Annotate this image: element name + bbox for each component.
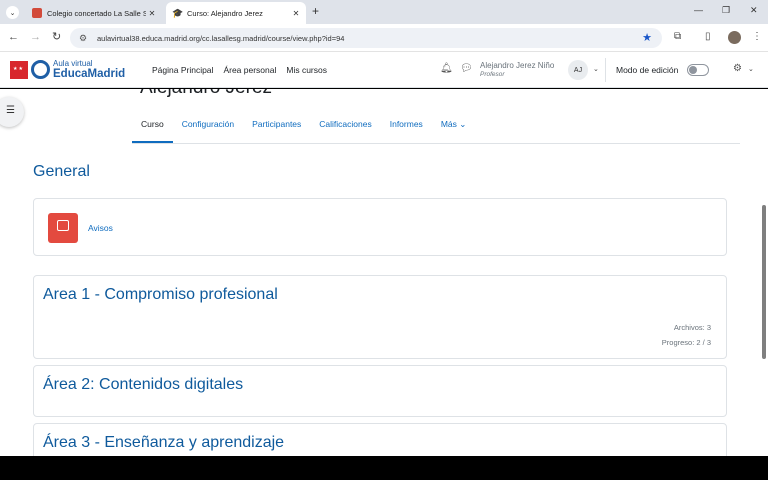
tab-mas-label: Más: [440, 119, 457, 129]
profile-avatar-icon[interactable]: [728, 31, 741, 44]
logo-big-text: EducaMadrid: [53, 68, 126, 80]
close-tab-icon[interactable]: ✕: [146, 9, 158, 18]
secondary-nav-divider: [132, 143, 740, 144]
tab-informes[interactable]: Informes: [381, 115, 432, 143]
notifications-bell-icon[interactable]: 🔔︎: [440, 63, 453, 74]
messages-icon[interactable]: 💬︎: [460, 63, 473, 74]
logo-small-text: Aula virtual: [53, 59, 93, 68]
site-favicon-icon: [32, 8, 42, 18]
url-text: aulavirtual38.educa.madrid.org/cc.lasall…: [97, 33, 345, 43]
forward-icon[interactable]: →: [30, 30, 41, 44]
user-role: Profesor: [480, 71, 505, 78]
edit-mode-toggle[interactable]: [687, 64, 709, 76]
nav-pagina-principal[interactable]: Página Principal: [152, 65, 213, 75]
section-general-card: Avisos: [33, 198, 727, 256]
section-title-area3[interactable]: Área 3 - Enseñanza y aprendizaje: [43, 434, 284, 452]
tab-mas[interactable]: Más ⌄: [432, 115, 476, 143]
educamadrid-logo-icon: [31, 60, 50, 79]
settings-gear-icon[interactable]: ⚙: [733, 63, 742, 74]
course-page: ☰ Alejandro Jerez Curso Configuración Pa…: [0, 89, 768, 456]
menu-dots-icon[interactable]: ⋮: [752, 31, 762, 43]
tab-participantes[interactable]: Participantes: [243, 115, 310, 143]
course-secondary-nav: Curso Configuración Participantes Califi…: [132, 115, 475, 143]
site-info-icon[interactable]: ⚙: [79, 33, 91, 44]
browser-tab-curso[interactable]: 🎓 Curso: Alejandro Jerez ✕: [166, 2, 306, 24]
files-count: Archivos: 3: [673, 323, 711, 332]
settings-chevron-icon[interactable]: ⌄: [748, 65, 754, 73]
course-title: Alejandro Jerez: [140, 89, 272, 99]
tab-configuracion[interactable]: Configuración: [173, 115, 243, 143]
tab-curso[interactable]: Curso: [132, 115, 173, 143]
nav-mis-cursos[interactable]: Mis cursos: [286, 65, 327, 75]
tab-search-icon[interactable]: ⌄: [6, 6, 19, 19]
close-window-icon[interactable]: ✕: [750, 5, 758, 16]
user-menu-chevron-icon[interactable]: ⌄: [593, 65, 599, 73]
course-index-toggle[interactable]: ☰: [0, 97, 24, 127]
browser-toolbar: ← → ↻ ⚙ aulavirtual38.educa.madrid.org/c…: [0, 24, 768, 52]
section-title-general[interactable]: General: [33, 163, 90, 181]
reload-icon[interactable]: ↻: [52, 30, 61, 44]
restore-icon[interactable]: ❐: [722, 5, 730, 16]
address-bar[interactable]: ⚙ aulavirtual38.educa.madrid.org/cc.lasa…: [70, 28, 662, 48]
back-icon[interactable]: ←: [8, 30, 19, 44]
site-header: ★★ Aula virtual EducaMadrid Página Princ…: [0, 52, 768, 88]
tab-title: Colegio concertado La Salle San: [47, 8, 146, 18]
primary-navigation: Página Principal Área personal Mis curso…: [152, 65, 327, 75]
section-area2-card: Área 2: Contenidos digitales: [33, 365, 727, 417]
page-scrollbar[interactable]: [762, 205, 766, 359]
tab-calificaciones[interactable]: Calificaciones: [310, 115, 380, 143]
section-area1-card: Area 1 - Compromiso profesional Archivos…: [33, 275, 727, 359]
extensions-icon[interactable]: ⧉: [674, 31, 681, 43]
madrid-flag-logo: ★★: [10, 61, 28, 79]
header-divider: [605, 58, 606, 82]
bookmark-star-icon[interactable]: ★: [642, 31, 652, 44]
tab-title: Curso: Alejandro Jerez: [187, 8, 263, 18]
section-area3-card: Área 3 - Enseñanza y aprendizaje: [33, 423, 727, 456]
section-title-area2[interactable]: Área 2: Contenidos digitales: [43, 376, 243, 394]
progress-count: Progreso: 2 / 3: [661, 338, 711, 347]
close-tab-icon[interactable]: ✕: [290, 9, 302, 18]
browser-tab-bar: ⌄ Colegio concertado La Salle San ✕ 🎓 Cu…: [0, 0, 768, 24]
toggle-knob: [689, 66, 697, 74]
nav-area-personal[interactable]: Área personal: [223, 65, 276, 75]
graduation-cap-icon: 🎓: [172, 8, 184, 18]
minimize-icon[interactable]: —: [694, 5, 703, 15]
user-name[interactable]: Alejandro Jerez Niño: [480, 61, 554, 70]
new-tab-button[interactable]: +: [312, 5, 319, 17]
forum-icon: [48, 213, 78, 243]
browser-tab-colegio[interactable]: Colegio concertado La Salle San ✕: [26, 2, 162, 24]
activity-avisos-link[interactable]: Avisos: [88, 223, 113, 233]
list-icon: ☰: [6, 105, 15, 116]
edit-mode-label: Modo de edición: [616, 65, 679, 75]
user-avatar[interactable]: AJ: [568, 60, 588, 80]
side-panel-icon[interactable]: ▯: [705, 31, 711, 43]
section-title-area1[interactable]: Area 1 - Compromiso profesional: [43, 286, 278, 304]
